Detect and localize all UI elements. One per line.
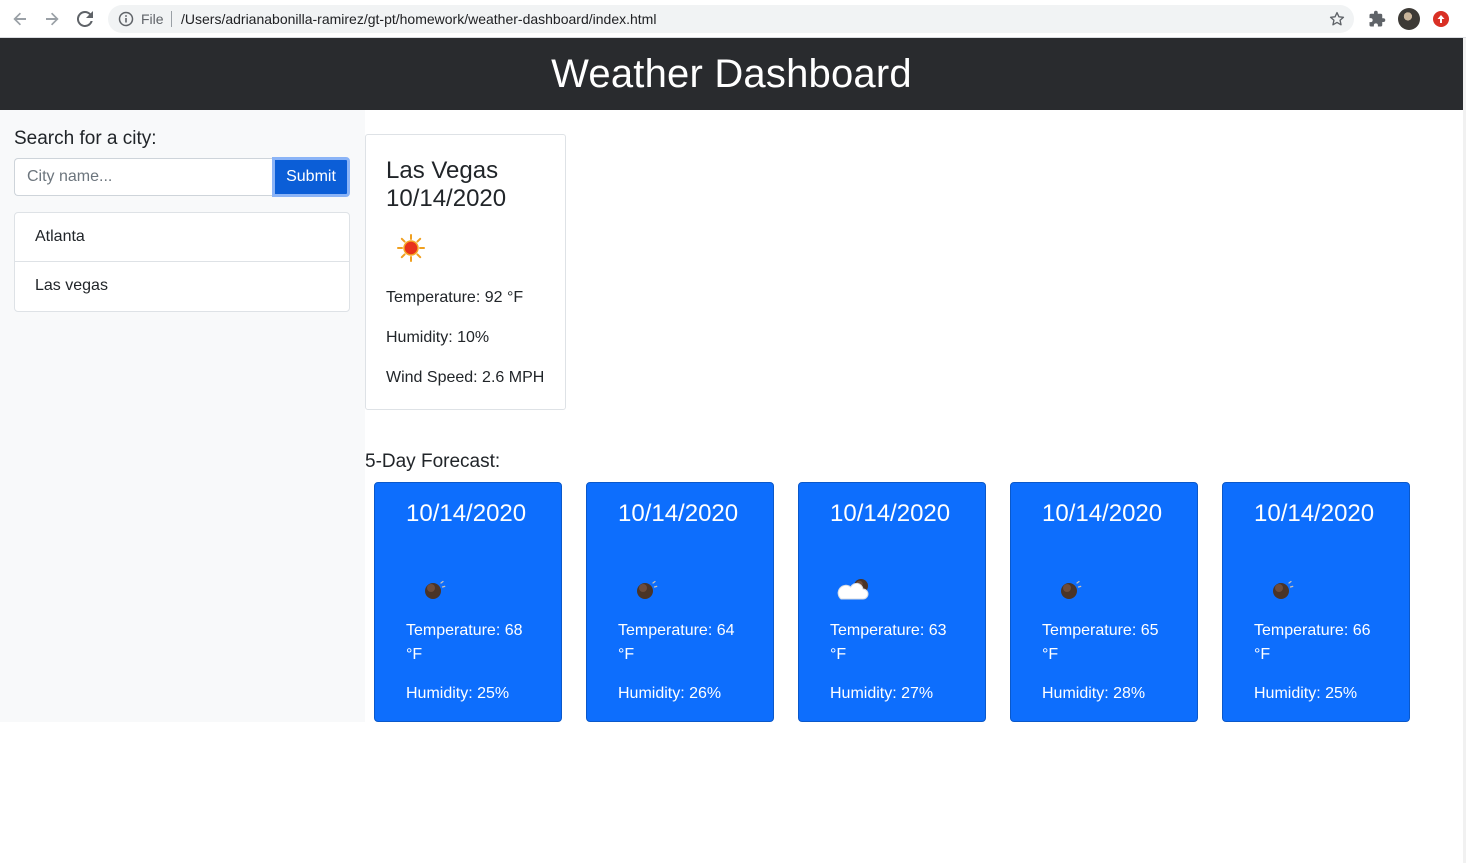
forecast-card-day-4: 10/14/2020 Temperature: 65 °F Humidity: … bbox=[1010, 482, 1198, 722]
current-city-name: Las Vegas bbox=[386, 157, 499, 184]
city-search-input[interactable] bbox=[14, 158, 274, 196]
forecast-temperature: Temperature: 68 °F bbox=[406, 622, 523, 663]
forecast-humidity: Humidity: 27% bbox=[830, 685, 934, 702]
moon-icon bbox=[1061, 580, 1082, 599]
cloud-moon-icon bbox=[837, 579, 869, 600]
page-header: Weather Dashboard bbox=[0, 38, 1463, 110]
url-text[interactable]: /Users/adrianabonilla-ramirez/gt-pt/home… bbox=[181, 11, 656, 27]
current-date: 10/14/2020 bbox=[386, 185, 507, 212]
extensions-puzzle-icon[interactable] bbox=[1368, 10, 1386, 28]
update-menu-icon[interactable] bbox=[1433, 11, 1449, 27]
forecast-temperature: Temperature: 65 °F bbox=[1042, 622, 1159, 663]
info-icon[interactable] bbox=[118, 11, 134, 27]
current-weather-card: Las Vegas 10/14/2020 Temperature: 92 °F … bbox=[365, 134, 566, 410]
forecast-humidity: Humidity: 25% bbox=[1254, 685, 1358, 702]
forward-icon[interactable] bbox=[42, 9, 62, 29]
forecast-humidity: Humidity: 26% bbox=[618, 685, 722, 702]
forecast-humidity: Humidity: 28% bbox=[1042, 685, 1146, 702]
forecast-heading: 5-Day Forecast: bbox=[365, 451, 501, 472]
forecast-card-day-2: 10/14/2020 Temperature: 64 °F Humidity: … bbox=[586, 482, 774, 722]
forecast-humidity: Humidity: 25% bbox=[406, 685, 510, 702]
reload-icon[interactable] bbox=[75, 9, 95, 29]
browser-toolbar: File /Users/adrianabonilla-ramirez/gt-pt… bbox=[0, 0, 1466, 38]
history-item-atlanta[interactable]: Atlanta bbox=[15, 213, 349, 262]
current-wind-speed: Wind Speed: 2.6 MPH bbox=[386, 369, 545, 386]
forecast-card-day-3: 10/14/2020 Temperature: 63 °F Humidity: … bbox=[798, 482, 986, 722]
history-item-las-vegas[interactable]: Las vegas bbox=[15, 262, 349, 311]
search-sidebar: Search for a city: bbox=[0, 110, 365, 722]
forecast-date: 10/14/2020 bbox=[406, 500, 527, 527]
forecast-date: 10/14/2020 bbox=[618, 500, 739, 527]
forecast-date: 10/14/2020 bbox=[1042, 500, 1163, 527]
sun-icon bbox=[397, 234, 425, 262]
moon-icon bbox=[637, 580, 658, 599]
forecast-temperature: Temperature: 63 °F bbox=[830, 622, 947, 663]
forecast-date: 10/14/2020 bbox=[830, 500, 951, 527]
moon-icon bbox=[425, 580, 446, 599]
back-icon[interactable] bbox=[10, 9, 30, 29]
profile-avatar[interactable] bbox=[1398, 8, 1420, 30]
address-divider bbox=[171, 11, 172, 27]
forecast-temperature: Temperature: 66 °F bbox=[1254, 622, 1371, 663]
current-temperature: Temperature: 92 °F bbox=[386, 289, 524, 306]
page-title: Weather Dashboard bbox=[551, 51, 912, 96]
current-weather-title: Las Vegas 10/14/2020 bbox=[386, 157, 506, 213]
url-scheme-label: File bbox=[141, 11, 164, 27]
bookmark-star-icon[interactable] bbox=[1328, 10, 1346, 28]
search-history-list: Atlanta Las vegas bbox=[14, 212, 350, 312]
forecast-card-day-1: 10/14/2020 Temperature: 68 °F Humidity: … bbox=[374, 482, 562, 722]
current-humidity: Humidity: 10% bbox=[386, 329, 490, 346]
submit-button[interactable]: Submit bbox=[272, 157, 350, 197]
forecast-card-day-5: 10/14/2020 Temperature: 66 °F Humidity: … bbox=[1222, 482, 1410, 722]
address-bar[interactable]: File /Users/adrianabonilla-ramirez/gt-pt… bbox=[108, 5, 1354, 33]
search-label: Search for a city: bbox=[14, 128, 157, 149]
forecast-temperature: Temperature: 64 °F bbox=[618, 622, 735, 663]
moon-icon bbox=[1273, 580, 1294, 599]
forecast-date: 10/14/2020 bbox=[1254, 500, 1375, 527]
